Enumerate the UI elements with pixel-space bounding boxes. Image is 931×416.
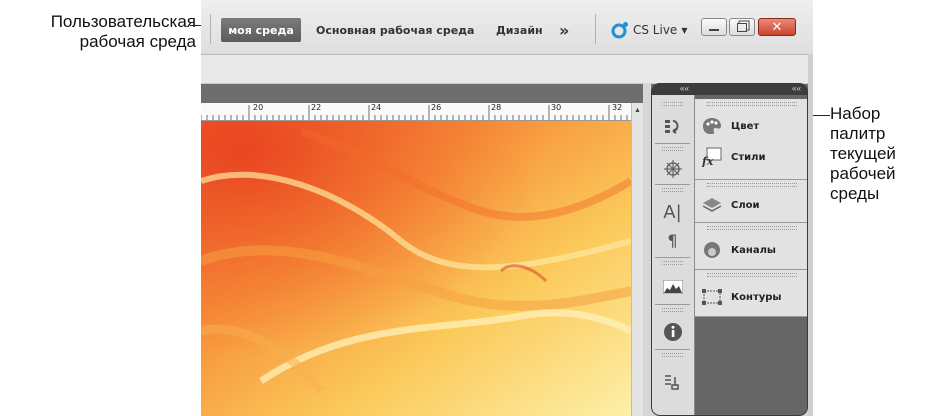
menubar-separator (210, 14, 211, 44)
cs-live-button[interactable]: CS Live ▼ (611, 17, 687, 43)
ruler-label: 30 (551, 103, 562, 112)
channels-panel-button[interactable]: Каналы (695, 237, 807, 263)
close-button[interactable]: ✕ (758, 18, 796, 36)
info-icon (663, 323, 682, 341)
ruler-label: 32 (612, 103, 623, 112)
character-icon: A| (663, 201, 682, 223)
tool-presets-icon (664, 375, 679, 390)
icon-group (655, 305, 690, 350)
palette-group: Каналы (695, 223, 807, 270)
fx-icon: fx (701, 146, 723, 168)
cs-live-icon (611, 21, 629, 39)
horizontal-ruler: 20 22 24 26 28 30 32 (201, 103, 631, 121)
history-panel-button[interactable] (655, 113, 690, 139)
character-panel-button[interactable]: A| (655, 199, 690, 225)
group-grip[interactable] (707, 102, 797, 106)
workspace-tab-design[interactable]: Дизайн (496, 18, 543, 42)
histogram-panel-button[interactable] (655, 274, 690, 300)
palette-group: Контуры (695, 270, 807, 317)
group-grip[interactable] (707, 226, 797, 230)
panel-gap (643, 83, 651, 416)
tool-presets-panel-button[interactable] (655, 370, 690, 396)
minimize-button[interactable] (701, 18, 727, 36)
group-grip[interactable] (662, 188, 683, 192)
group-grip[interactable] (662, 353, 683, 357)
channels-icon (701, 239, 723, 261)
icon-group (655, 258, 690, 305)
group-grip[interactable] (707, 183, 797, 187)
menu-bar: моя среда Основная рабочая среда Дизайн … (201, 0, 813, 55)
compass-icon (663, 160, 682, 178)
group-grip[interactable] (662, 102, 683, 106)
navigator-panel-button[interactable] (655, 156, 690, 182)
workspace-tab-essentials[interactable]: Основная рабочая среда (316, 18, 474, 42)
panels-callout-line1: Набор (830, 104, 881, 123)
palette-icon (701, 115, 723, 137)
icon-group (655, 350, 690, 412)
collapse-icons-button[interactable]: «« (680, 84, 689, 93)
more-workspaces-button[interactable]: » (559, 18, 569, 42)
group-grip[interactable] (662, 308, 683, 312)
panels-callout-line5: среды (830, 184, 880, 203)
styles-panel-label: Стили (731, 151, 766, 163)
histogram-icon (662, 280, 683, 294)
ruler-label: 28 (491, 103, 502, 112)
scroll-up-icon[interactable]: ▲ (634, 107, 641, 114)
icon-group (655, 144, 690, 185)
paragraph-icon: ¶ (667, 230, 678, 250)
workspace-callout-line1: Пользовательская (50, 12, 196, 31)
menubar-separator (595, 14, 596, 44)
info-panel-button[interactable] (655, 319, 690, 345)
panel-header: «« «« (652, 84, 807, 95)
ruler-label: 26 (431, 103, 442, 112)
workspace-tab-custom[interactable]: моя среда (221, 18, 301, 42)
ruler-label: 20 (253, 103, 264, 112)
workspace-callout-line2: рабочая среда (79, 32, 196, 51)
history-icon (664, 120, 678, 134)
group-grip[interactable] (662, 147, 683, 151)
window-right-border (808, 54, 813, 416)
restore-button[interactable] (729, 18, 755, 36)
panels-callout: Набор палитр текущей рабочей среды (830, 104, 931, 204)
restore-icon (737, 22, 747, 32)
group-grip[interactable] (662, 261, 683, 265)
icon-group (655, 99, 690, 144)
layers-panel-button[interactable]: Слои (695, 192, 807, 218)
paths-panel-label: Контуры (731, 291, 782, 303)
channels-panel-label: Каналы (731, 244, 776, 256)
icon-group: A| ¶ (655, 185, 690, 258)
app-window: моя среда Основная рабочая среда Дизайн … (201, 0, 813, 416)
collapse-panels-button[interactable]: «« (792, 84, 801, 93)
panel-palette-column: Цвет fx Стили Слои Каналы Контуры (695, 95, 807, 415)
workspace-callout: Пользовательская рабочая среда (0, 12, 196, 52)
options-bar (201, 55, 813, 84)
image-canvas[interactable] (201, 121, 631, 416)
panel-dock: «« «« A| ¶ Цвет fx Стили Слои Каналы Кон… (651, 83, 808, 416)
styles-panel-button[interactable]: fx Стили (695, 144, 807, 170)
ruler-ticks (201, 105, 628, 120)
palette-group: Слои (695, 180, 807, 223)
svg-text:fx: fx (701, 155, 714, 167)
panels-callout-line4: рабочей (830, 164, 896, 183)
paragraph-panel-button[interactable]: ¶ (655, 227, 690, 253)
layers-panel-label: Слои (731, 199, 760, 211)
color-panel-label: Цвет (731, 120, 760, 132)
group-grip[interactable] (707, 273, 797, 277)
rose-photo (201, 121, 631, 416)
paths-icon (701, 286, 723, 308)
layers-icon (701, 194, 723, 216)
palette-group: Цвет fx Стили (695, 99, 807, 180)
panel-icon-column: A| ¶ (652, 95, 695, 415)
panels-callout-leader (812, 115, 830, 116)
ruler-label: 24 (371, 103, 382, 112)
panels-callout-line3: текущей (830, 144, 896, 163)
panels-callout-line2: палитр (830, 124, 886, 143)
chevron-down-icon: ▼ (681, 25, 688, 35)
ruler-label: 22 (311, 103, 322, 112)
minimize-icon (709, 29, 719, 31)
cs-live-label: CS Live (633, 23, 678, 37)
color-panel-button[interactable]: Цвет (695, 113, 807, 139)
paths-panel-button[interactable]: Контуры (695, 284, 807, 310)
close-icon: ✕ (771, 19, 783, 35)
